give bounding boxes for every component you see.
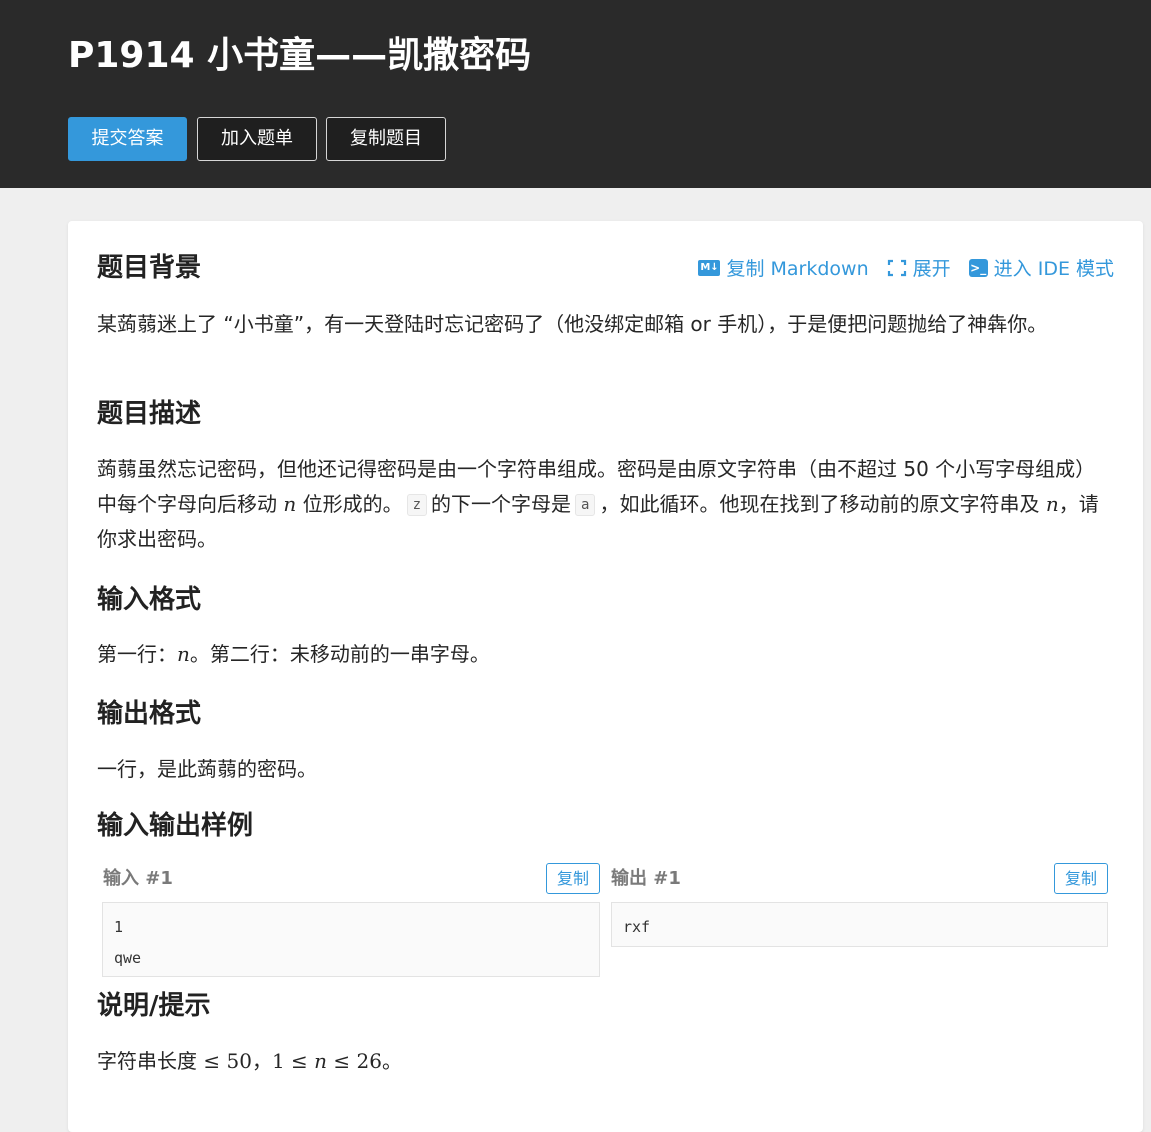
add-to-list-button[interactable]: 加入题单 (197, 117, 317, 161)
sample-input-box[interactable]: 1 qwe (102, 902, 600, 977)
markdown-icon: M↓ (698, 259, 721, 276)
ide-mode-link[interactable]: >_ 进入 IDE 模式 (968, 254, 1114, 281)
math-n: n (1045, 492, 1059, 516)
problem-header: P1914 小书童——凯撒密码 提交答案 加入题单 复制题目 (0, 0, 1151, 188)
output-format-heading: 输出格式 (97, 699, 202, 729)
sample-input-line: qwe (114, 949, 142, 967)
inline-code-z: z (406, 494, 428, 516)
copy-output-button[interactable]: 复制 (1054, 863, 1108, 894)
background-text: 某蒟蒻迷上了 “小书童”，有一天登陆时忘记密码了（他没绑定邮箱 or 手机），于… (97, 312, 1048, 336)
copy-input-button[interactable]: 复制 (546, 863, 600, 894)
copy-markdown-label: 复制 Markdown (726, 258, 869, 280)
inline-code-a: a (575, 494, 596, 516)
copy-markdown-link[interactable]: M↓ 复制 Markdown (698, 254, 869, 281)
page-title: P1914 小书童——凯撒密码 (68, 35, 532, 76)
input-format-text: 第一行：n。第二行：未移动前的一串字母。 (97, 642, 490, 666)
description-text: 蒟蒻虽然忘记密码，但他还记得密码是由一个字符串组成。密码是由原文字符串（由不超过… (97, 457, 1099, 551)
output-format-text: 一行，是此蒟蒻的密码。 (97, 757, 317, 781)
description-heading: 题目描述 (97, 399, 202, 429)
math-n: n (283, 492, 297, 516)
math-n: n (314, 1049, 328, 1073)
submit-answer-button[interactable]: 提交答案 (68, 117, 187, 161)
copy-problem-button[interactable]: 复制题目 (326, 117, 446, 161)
input-format-heading: 输入格式 (97, 585, 202, 615)
sample-output-box[interactable]: rxf (611, 902, 1108, 947)
problem-card: M↓ 复制 Markdown 展开 >_ 进入 IDE 模式 题目背景 某蒟蒻迷… (68, 221, 1143, 1132)
expand-icon (887, 259, 906, 276)
terminal-icon: >_ (968, 258, 988, 277)
background-heading: 题目背景 (97, 253, 202, 283)
sample-output-label: 输出 #1 (611, 868, 681, 889)
ide-mode-label: 进入 IDE 模式 (993, 258, 1114, 280)
sample-input-label: 输入 #1 (103, 868, 173, 889)
samples-heading: 输入输出样例 (97, 811, 254, 841)
expand-link[interactable]: 展开 (887, 254, 951, 281)
expand-label: 展开 (912, 258, 951, 280)
hint-heading: 说明/提示 (97, 991, 211, 1021)
math-n: n (177, 642, 190, 666)
hint-text: 字符串长度 ≤ 50，1 ≤ n ≤ 26。 (97, 1049, 402, 1073)
sample-input-line: 1 (114, 918, 124, 936)
problem-toolbar: M↓ 复制 Markdown 展开 >_ 进入 IDE 模式 (698, 254, 1114, 281)
sample-output-line: rxf (623, 918, 651, 936)
